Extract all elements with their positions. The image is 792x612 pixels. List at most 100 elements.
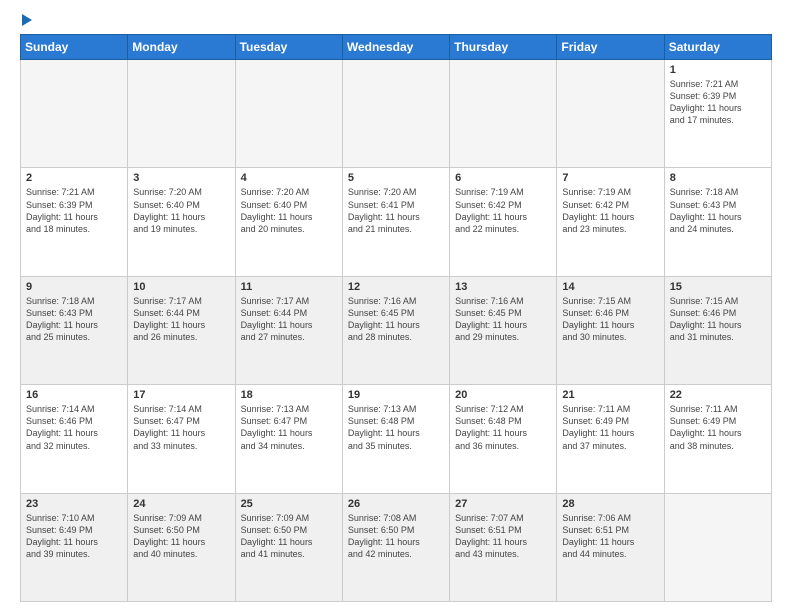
day-number: 9 — [26, 281, 122, 293]
calendar-cell: 27 Sunrise: 7:07 AM Sunset: 6:51 PM Dayli… — [450, 493, 557, 601]
calendar-cell: 5 Sunrise: 7:20 AM Sunset: 6:41 PM Daylig… — [342, 168, 449, 276]
day-info: Sunrise: 7:15 AM Sunset: 6:46 PM Dayligh… — [670, 295, 766, 344]
calendar-cell — [128, 60, 235, 168]
day-info: Sunrise: 7:17 AM Sunset: 6:44 PM Dayligh… — [241, 295, 337, 344]
calendar-cell: 18 Sunrise: 7:13 AM Sunset: 6:47 PM Dayli… — [235, 385, 342, 493]
calendar-cell — [21, 60, 128, 168]
day-number: 25 — [241, 498, 337, 510]
day-info: Sunrise: 7:08 AM Sunset: 6:50 PM Dayligh… — [348, 512, 444, 561]
day-number: 26 — [348, 498, 444, 510]
day-number: 28 — [562, 498, 658, 510]
day-info: Sunrise: 7:14 AM Sunset: 6:47 PM Dayligh… — [133, 403, 229, 452]
calendar-cell: 21 Sunrise: 7:11 AM Sunset: 6:49 PM Dayli… — [557, 385, 664, 493]
calendar-cell — [450, 60, 557, 168]
day-number: 24 — [133, 498, 229, 510]
calendar-cell: 12 Sunrise: 7:16 AM Sunset: 6:45 PM Dayli… — [342, 276, 449, 384]
day-number: 6 — [455, 172, 551, 184]
day-info: Sunrise: 7:09 AM Sunset: 6:50 PM Dayligh… — [241, 512, 337, 561]
day-number: 1 — [670, 64, 766, 76]
calendar-cell: 3 Sunrise: 7:20 AM Sunset: 6:40 PM Daylig… — [128, 168, 235, 276]
day-info: Sunrise: 7:18 AM Sunset: 6:43 PM Dayligh… — [670, 186, 766, 235]
calendar-cell: 26 Sunrise: 7:08 AM Sunset: 6:50 PM Dayli… — [342, 493, 449, 601]
calendar-cell: 13 Sunrise: 7:16 AM Sunset: 6:45 PM Dayli… — [450, 276, 557, 384]
day-info: Sunrise: 7:20 AM Sunset: 6:40 PM Dayligh… — [133, 186, 229, 235]
day-info: Sunrise: 7:20 AM Sunset: 6:40 PM Dayligh… — [241, 186, 337, 235]
calendar-cell — [664, 493, 771, 601]
calendar-cell: 10 Sunrise: 7:17 AM Sunset: 6:44 PM Dayli… — [128, 276, 235, 384]
day-number: 4 — [241, 172, 337, 184]
calendar-header-row: SundayMondayTuesdayWednesdayThursdayFrid… — [21, 35, 772, 60]
logo-arrow-icon — [22, 14, 32, 26]
day-number: 11 — [241, 281, 337, 293]
calendar-cell: 16 Sunrise: 7:14 AM Sunset: 6:46 PM Dayli… — [21, 385, 128, 493]
day-info: Sunrise: 7:21 AM Sunset: 6:39 PM Dayligh… — [670, 78, 766, 127]
day-info: Sunrise: 7:17 AM Sunset: 6:44 PM Dayligh… — [133, 295, 229, 344]
calendar-cell — [235, 60, 342, 168]
calendar-cell: 2 Sunrise: 7:21 AM Sunset: 6:39 PM Daylig… — [21, 168, 128, 276]
calendar-cell: 28Sunrise: 7:06 AM Sunset: 6:51 PM Dayli… — [557, 493, 664, 601]
calendar-cell: 6 Sunrise: 7:19 AM Sunset: 6:42 PM Daylig… — [450, 168, 557, 276]
calendar-day-header: Sunday — [21, 35, 128, 60]
day-number: 10 — [133, 281, 229, 293]
calendar-cell: 19 Sunrise: 7:13 AM Sunset: 6:48 PM Dayli… — [342, 385, 449, 493]
calendar-cell: 22 Sunrise: 7:11 AM Sunset: 6:49 PM Dayli… — [664, 385, 771, 493]
day-info: Sunrise: 7:10 AM Sunset: 6:49 PM Dayligh… — [26, 512, 122, 561]
header — [20, 16, 772, 26]
calendar-cell: 8 Sunrise: 7:18 AM Sunset: 6:43 PM Daylig… — [664, 168, 771, 276]
day-info: Sunrise: 7:12 AM Sunset: 6:48 PM Dayligh… — [455, 403, 551, 452]
calendar-day-header: Wednesday — [342, 35, 449, 60]
calendar-day-header: Thursday — [450, 35, 557, 60]
calendar-cell: 7 Sunrise: 7:19 AM Sunset: 6:42 PM Daylig… — [557, 168, 664, 276]
day-info: Sunrise: 7:11 AM Sunset: 6:49 PM Dayligh… — [562, 403, 658, 452]
day-info: Sunrise: 7:20 AM Sunset: 6:41 PM Dayligh… — [348, 186, 444, 235]
day-number: 8 — [670, 172, 766, 184]
day-info: Sunrise: 7:19 AM Sunset: 6:42 PM Dayligh… — [455, 186, 551, 235]
day-info: Sunrise: 7:11 AM Sunset: 6:49 PM Dayligh… — [670, 403, 766, 452]
day-info: Sunrise: 7:14 AM Sunset: 6:46 PM Dayligh… — [26, 403, 122, 452]
day-info: Sunrise: 7:07 AM Sunset: 6:51 PM Dayligh… — [455, 512, 551, 561]
day-number: 27 — [455, 498, 551, 510]
calendar-cell: 15Sunrise: 7:15 AM Sunset: 6:46 PM Dayli… — [664, 276, 771, 384]
day-number: 21 — [562, 389, 658, 401]
day-number: 17 — [133, 389, 229, 401]
day-number: 13 — [455, 281, 551, 293]
day-number: 18 — [241, 389, 337, 401]
day-number: 19 — [348, 389, 444, 401]
day-info: Sunrise: 7:09 AM Sunset: 6:50 PM Dayligh… — [133, 512, 229, 561]
calendar-cell: 11 Sunrise: 7:17 AM Sunset: 6:44 PM Dayli… — [235, 276, 342, 384]
day-info: Sunrise: 7:13 AM Sunset: 6:47 PM Dayligh… — [241, 403, 337, 452]
calendar-week-row: 1 Sunrise: 7:21 AM Sunset: 6:39 PM Daylig… — [21, 60, 772, 168]
calendar-day-header: Tuesday — [235, 35, 342, 60]
calendar-cell: 17 Sunrise: 7:14 AM Sunset: 6:47 PM Dayli… — [128, 385, 235, 493]
day-info: Sunrise: 7:21 AM Sunset: 6:39 PM Dayligh… — [26, 186, 122, 235]
day-number: 20 — [455, 389, 551, 401]
day-number: 12 — [348, 281, 444, 293]
day-number: 14 — [562, 281, 658, 293]
day-info: Sunrise: 7:19 AM Sunset: 6:42 PM Dayligh… — [562, 186, 658, 235]
logo — [20, 16, 32, 26]
calendar-cell: 23 Sunrise: 7:10 AM Sunset: 6:49 PM Dayli… — [21, 493, 128, 601]
calendar-week-row: 2 Sunrise: 7:21 AM Sunset: 6:39 PM Daylig… — [21, 168, 772, 276]
calendar-cell — [557, 60, 664, 168]
calendar-cell: 20 Sunrise: 7:12 AM Sunset: 6:48 PM Dayli… — [450, 385, 557, 493]
day-number: 23 — [26, 498, 122, 510]
day-number: 3 — [133, 172, 229, 184]
day-info: Sunrise: 7:13 AM Sunset: 6:48 PM Dayligh… — [348, 403, 444, 452]
day-info: Sunrise: 7:16 AM Sunset: 6:45 PM Dayligh… — [348, 295, 444, 344]
day-number: 7 — [562, 172, 658, 184]
day-info: Sunrise: 7:16 AM Sunset: 6:45 PM Dayligh… — [455, 295, 551, 344]
calendar-week-row: 23 Sunrise: 7:10 AM Sunset: 6:49 PM Dayli… — [21, 493, 772, 601]
calendar-cell: 4 Sunrise: 7:20 AM Sunset: 6:40 PM Daylig… — [235, 168, 342, 276]
calendar-cell — [342, 60, 449, 168]
day-number: 2 — [26, 172, 122, 184]
calendar-cell: 25 Sunrise: 7:09 AM Sunset: 6:50 PM Dayli… — [235, 493, 342, 601]
calendar-cell: 14 Sunrise: 7:15 AM Sunset: 6:46 PM Dayli… — [557, 276, 664, 384]
day-number: 5 — [348, 172, 444, 184]
calendar-week-row: 9 Sunrise: 7:18 AM Sunset: 6:43 PM Daylig… — [21, 276, 772, 384]
day-number: 16 — [26, 389, 122, 401]
day-info: Sunrise: 7:15 AM Sunset: 6:46 PM Dayligh… — [562, 295, 658, 344]
day-number: 22 — [670, 389, 766, 401]
calendar-cell: 24 Sunrise: 7:09 AM Sunset: 6:50 PM Dayli… — [128, 493, 235, 601]
calendar-week-row: 16 Sunrise: 7:14 AM Sunset: 6:46 PM Dayli… — [21, 385, 772, 493]
day-info: Sunrise: 7:18 AM Sunset: 6:43 PM Dayligh… — [26, 295, 122, 344]
